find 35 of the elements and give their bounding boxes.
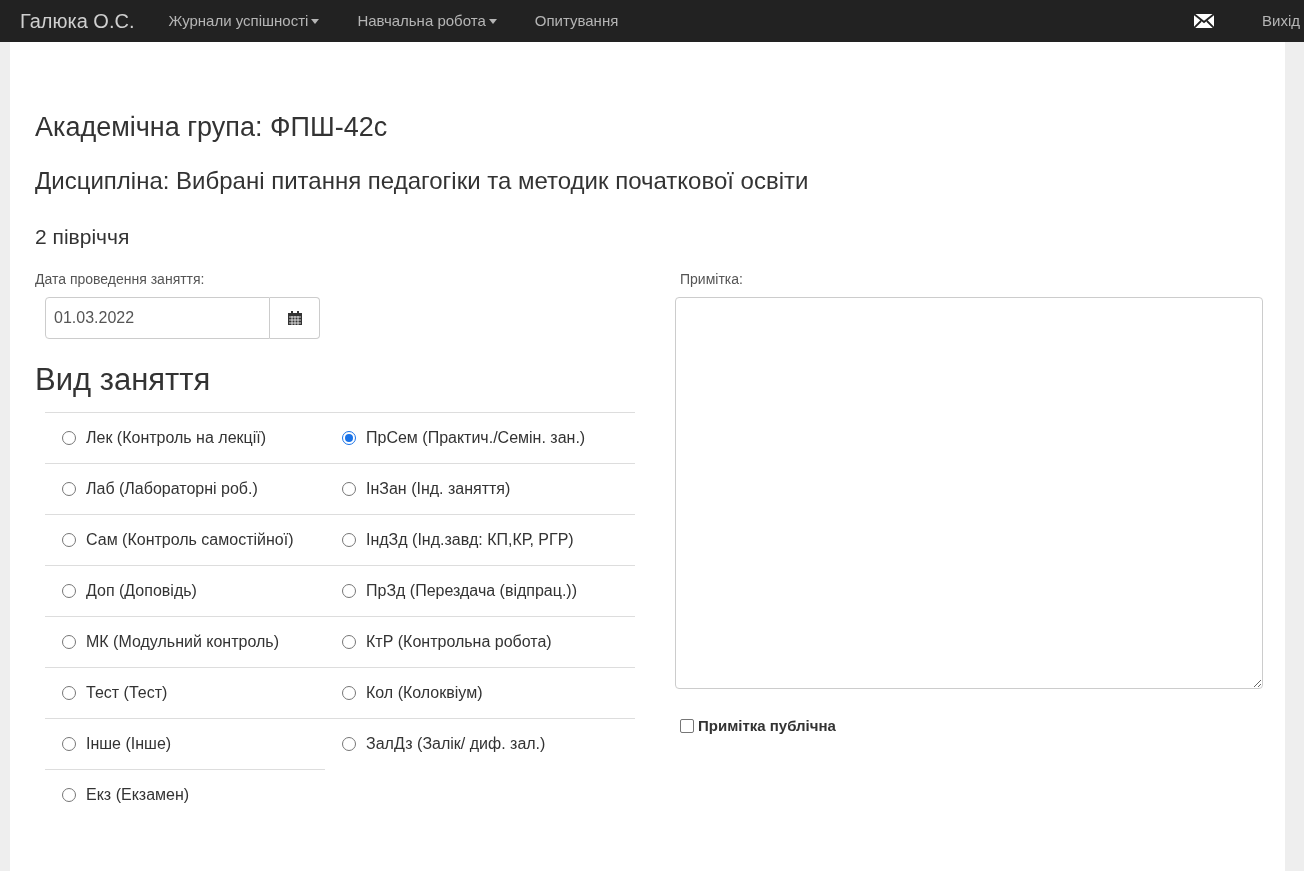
radio-label[interactable]: ПрСем (Практич./Семін. зан.) <box>366 425 609 451</box>
group-heading: Академічна група: ФПШ-42с <box>35 111 389 144</box>
nav-menu-item[interactable]: Журнали успішності <box>168 9 320 33</box>
nav-menu-item[interactable]: Навчальна робота <box>357 9 497 33</box>
radio-label[interactable]: Тест (Тест) <box>86 680 312 706</box>
calendar-icon <box>287 311 302 325</box>
radio-label[interactable]: ПрЗд (Перездача (відпрац.)) <box>366 578 609 604</box>
discipline-heading: Дисципліна: Вибрані питання педагогіки та методик початкової освіти <box>35 166 810 196</box>
radio-label[interactable]: МК (Модульний контроль) <box>86 629 312 655</box>
checkbox-label[interactable]: Примітка публічна <box>698 715 836 738</box>
radio-label[interactable]: Екз (Екзамен) <box>86 782 312 808</box>
envelope-icon[interactable] <box>1194 14 1215 28</box>
checkbox[interactable] <box>680 719 694 734</box>
radio-label[interactable]: Кол (Колоквіум) <box>366 680 609 706</box>
note-field[interactable] <box>675 297 1263 689</box>
logout-link[interactable]: Вихід <box>1262 9 1300 33</box>
caret-icon <box>488 18 497 24</box>
radio-label[interactable]: Лаб (Лабораторні роб.) <box>86 476 312 502</box>
nav-menu-item[interactable]: Опитування <box>534 9 619 33</box>
radio-label[interactable]: Лек (Контроль на лекції) <box>86 425 312 451</box>
radio-label[interactable]: Сам (Контроль самостійної) <box>86 527 312 553</box>
lesson-type-heading: Вид заняття <box>35 361 212 399</box>
semester-heading: 2 півріччя <box>35 224 131 250</box>
brand-link[interactable]: Галюка О.С. <box>20 6 135 36</box>
date-field[interactable]: 01.03.2022 <box>45 297 270 339</box>
caret-icon <box>311 18 320 24</box>
note-label: Примітка: <box>680 270 744 289</box>
radio-label[interactable]: ІнЗан (Інд. заняття) <box>366 476 609 502</box>
radio-label[interactable]: Доп (Доповідь) <box>86 578 312 604</box>
date-label: Дата проведення заняття: <box>35 270 206 289</box>
radio-label[interactable]: Інше (Інше) <box>86 731 312 757</box>
calendar-button[interactable] <box>270 297 320 339</box>
radio-label[interactable]: ЗалДз (Залік/ диф. зал.) <box>366 731 609 757</box>
radio-label[interactable]: КтР (Контрольна робота) <box>366 629 609 655</box>
radio-label[interactable]: ІндЗд (Інд.завд: КП,КР, РГР) <box>366 527 609 553</box>
